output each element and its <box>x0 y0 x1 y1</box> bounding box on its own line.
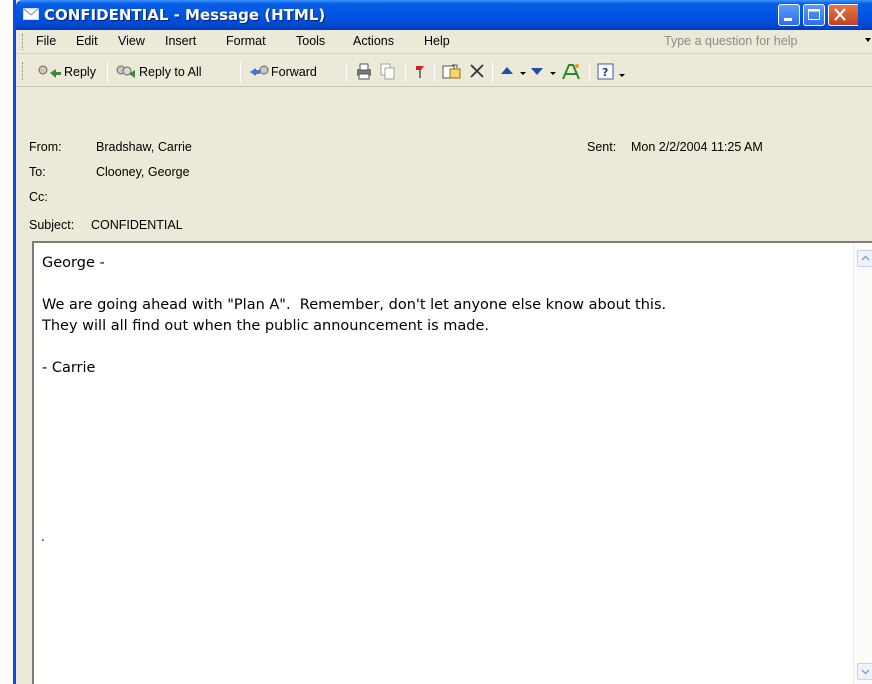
toolbar-separator <box>240 62 241 82</box>
minimize-button[interactable] <box>778 4 800 26</box>
menu-grip[interactable] <box>22 34 25 50</box>
next-item-icon[interactable] <box>530 63 544 80</box>
forward-icon <box>250 65 269 76</box>
scroll-down-button[interactable] <box>857 663 872 680</box>
sent-value: Mon 2/2/2004 11:25 AM <box>631 140 763 154</box>
reply-all-icon <box>116 65 135 78</box>
previous-item-icon[interactable] <box>500 63 514 80</box>
toolbar: Reply Reply to All Forward ? <box>16 55 872 87</box>
menu-help[interactable]: Help <box>424 34 450 48</box>
toolbar-separator <box>346 62 347 82</box>
sent-label: Sent: <box>587 140 617 154</box>
delete-icon[interactable] <box>469 63 485 80</box>
message-header: From: Bradshaw, Carrie Sent: Mon 2/2/200… <box>16 88 872 238</box>
maximize-icon <box>808 9 820 20</box>
toolbar-separator <box>589 62 590 82</box>
menu-file[interactable]: File <box>36 34 56 48</box>
message-window: CONFIDENTIAL - Message (HTML) File Edit … <box>13 0 872 684</box>
window-title: CONFIDENTIAL - Message (HTML) <box>44 6 326 24</box>
menu-tools[interactable]: Tools <box>296 34 325 48</box>
reply-icon <box>38 65 61 78</box>
copy-icon[interactable] <box>380 63 396 80</box>
message-body[interactable]: George - We are going ahead with "Plan A… <box>32 241 872 684</box>
menu-edit[interactable]: Edit <box>76 34 98 48</box>
close-button[interactable] <box>828 4 858 26</box>
menu-format[interactable]: Format <box>226 34 266 48</box>
from-value[interactable]: Bradshaw, Carrie <box>96 140 192 154</box>
vertical-scrollbar[interactable] <box>853 243 872 684</box>
reply-button[interactable]: Reply <box>36 63 96 81</box>
scroll-up-button[interactable] <box>857 250 872 267</box>
menu-actions[interactable]: Actions <box>353 34 394 48</box>
help-search-input[interactable]: Type a question for help <box>658 33 858 51</box>
chevron-up-icon <box>861 255 870 261</box>
reply-all-button[interactable]: Reply to All <box>115 63 202 81</box>
title-bar[interactable]: CONFIDENTIAL - Message (HTML) <box>16 0 872 30</box>
move-to-folder-icon[interactable] <box>442 63 462 80</box>
svg-text:?: ? <box>602 66 608 79</box>
message-trailing-mark: . <box>41 530 45 544</box>
menu-view[interactable]: View <box>118 34 145 48</box>
next-item-dropdown-arrow[interactable] <box>550 72 556 75</box>
close-icon <box>834 8 846 21</box>
toolbar-grip[interactable] <box>22 62 25 80</box>
maximize-button[interactable] <box>803 4 825 26</box>
chevron-down-icon <box>861 669 870 675</box>
flag-icon[interactable] <box>413 63 427 80</box>
help-dropdown-arrow[interactable] <box>619 74 625 77</box>
help-icon[interactable]: ? <box>597 63 615 81</box>
cc-label: Cc: <box>29 190 48 204</box>
reply-all-label: Reply to All <box>139 65 202 79</box>
menu-insert[interactable]: Insert <box>165 34 196 48</box>
subject-label: Subject: <box>29 218 75 232</box>
toolbar-separator <box>434 62 435 82</box>
message-text[interactable]: George - We are going ahead with "Plan A… <box>42 253 666 379</box>
reply-label: Reply <box>64 65 96 79</box>
envelope-icon <box>23 8 39 20</box>
toolbar-separator <box>107 62 108 82</box>
forward-label: Forward <box>271 65 317 79</box>
toolbar-separator <box>405 62 406 82</box>
from-label: From: <box>29 140 62 154</box>
subject-value: CONFIDENTIAL <box>91 218 183 232</box>
forward-button[interactable]: Forward <box>249 63 317 81</box>
toolbar-separator <box>492 62 493 82</box>
to-label: To: <box>29 165 46 179</box>
address-book-icon[interactable] <box>561 63 581 81</box>
minimize-icon <box>784 18 792 21</box>
print-icon[interactable] <box>355 63 373 80</box>
help-dropdown-arrow[interactable] <box>865 38 871 42</box>
previous-item-dropdown-arrow[interactable] <box>520 72 526 75</box>
menu-bar: File Edit View Insert Format Tools Actio… <box>16 30 872 54</box>
to-value[interactable]: Clooney, George <box>96 165 190 179</box>
